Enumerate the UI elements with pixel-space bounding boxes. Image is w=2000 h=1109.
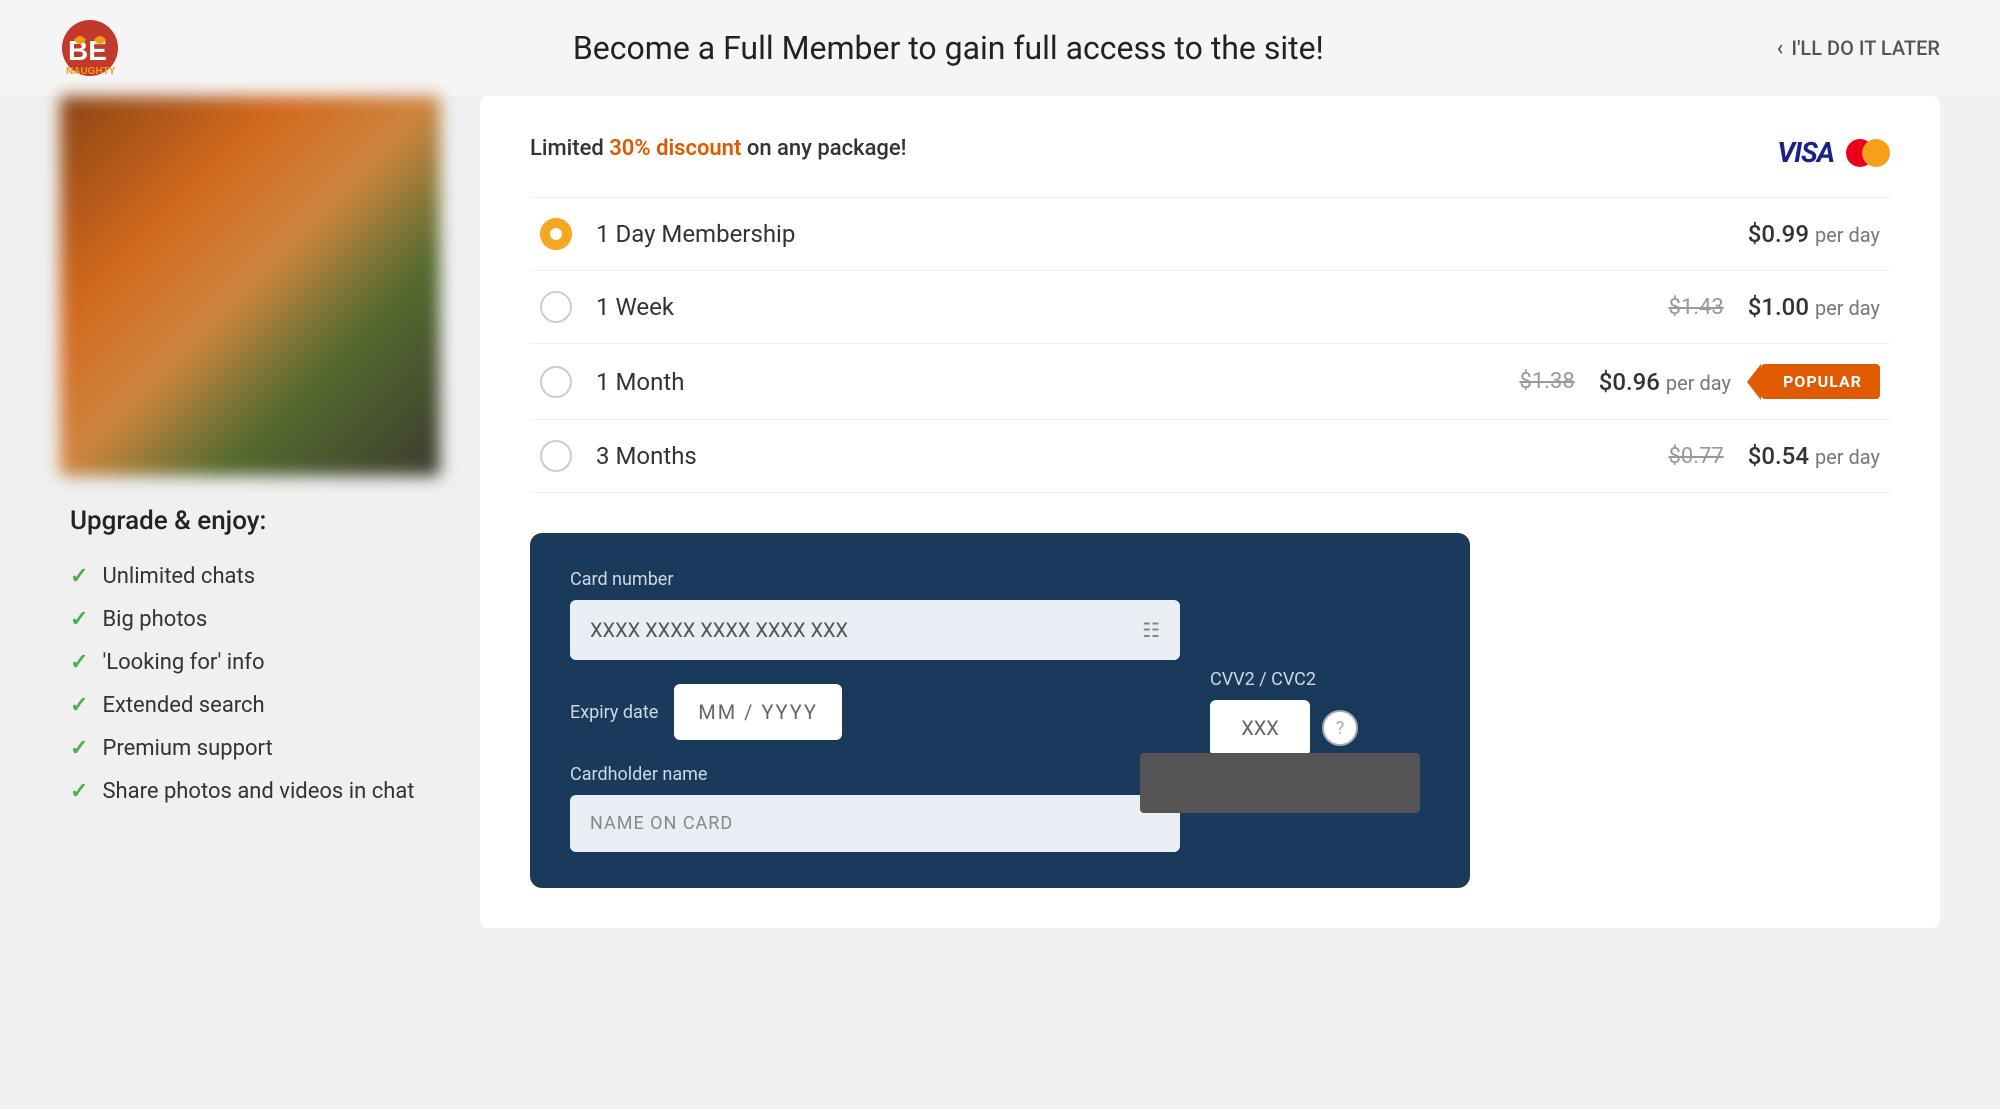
discount-highlight: 30% discount	[609, 136, 741, 161]
feature-label: Share photos and videos in chat	[102, 779, 414, 804]
list-item: ✓ Big photos	[70, 607, 430, 632]
radio-day[interactable]	[540, 218, 572, 250]
mc-circle-right	[1862, 139, 1890, 167]
cardholder-label: Cardholder name	[570, 764, 1180, 785]
chevron-left-icon: ‹	[1777, 36, 1784, 61]
plan-row-month[interactable]: 1 Month $1.38 $0.96 per day POPULAR	[530, 344, 1890, 420]
price-original-3months: $0.77	[1668, 444, 1723, 469]
card-number-label: Card number	[570, 569, 1180, 590]
list-item: ✓ Extended search	[70, 693, 430, 718]
feature-label: Unlimited chats	[102, 564, 255, 589]
cvv-placeholder: XXX	[1241, 716, 1279, 740]
upgrade-section: Upgrade & enjoy: ✓ Unlimited chats ✓ Big…	[60, 476, 440, 824]
skip-label: I'LL DO IT LATER	[1791, 36, 1940, 60]
plan-row-3months[interactable]: 3 Months $0.77 $0.54 per day	[530, 420, 1890, 493]
per-day-3months: per day	[1815, 445, 1880, 469]
plan-row-day[interactable]: 1 Day Membership $0.99 per day	[530, 197, 1890, 271]
sidebar: Upgrade & enjoy: ✓ Unlimited chats ✓ Big…	[60, 96, 440, 824]
header: BE NAUGHTY Become a Full Member to gain …	[0, 0, 2000, 96]
cvv-row: XXX ?	[1210, 700, 1430, 756]
expiry-row: Expiry date MM / YYYY	[570, 684, 1180, 740]
upgrade-title: Upgrade & enjoy:	[70, 506, 430, 536]
expiry-label: Expiry date	[570, 702, 658, 723]
cardholder-placeholder: NAME ON CARD	[590, 813, 733, 834]
logo: BE NAUGHTY	[60, 18, 120, 78]
list-item: ✓ 'Looking for' info	[70, 650, 430, 675]
card-number-field[interactable]: XXXX XXXX XXXX XXXX XXX ☷	[570, 600, 1180, 660]
cvv-label: CVV2 / CVC2	[1210, 669, 1430, 690]
discount-banner: Limited 30% discount on any package!	[530, 136, 1890, 161]
price-month: $0.96 per day	[1599, 368, 1731, 396]
profile-image	[60, 96, 440, 476]
payment-form: Card number XXXX XXXX XXXX XXXX XXX ☷ Ex…	[530, 533, 1470, 888]
price-week: $1.00 per day	[1748, 293, 1880, 321]
check-icon: ✓	[70, 607, 88, 632]
price-original-month: $1.38	[1519, 369, 1574, 394]
feature-label: Big photos	[102, 607, 207, 632]
card-icon: ☷	[1142, 618, 1160, 642]
radio-week[interactable]	[540, 291, 572, 323]
per-day-month: per day	[1666, 371, 1731, 395]
cardholder-field[interactable]: NAME ON CARD	[570, 795, 1180, 852]
plan-name-3months: 3 Months	[596, 442, 1668, 470]
feature-label: Premium support	[102, 736, 272, 761]
check-icon: ✓	[70, 779, 88, 804]
skip-link[interactable]: ‹ I'LL DO IT LATER	[1777, 36, 1940, 61]
radio-3months[interactable]	[540, 440, 572, 472]
expiry-placeholder: MM / YYYY	[698, 700, 818, 724]
expiry-field[interactable]: MM / YYYY	[674, 684, 842, 740]
svg-text:NAUGHTY: NAUGHTY	[66, 66, 116, 77]
plan-name-month: 1 Month	[596, 368, 1519, 396]
radio-month[interactable]	[540, 366, 572, 398]
check-icon: ✓	[70, 693, 88, 718]
pricing-options: 1 Day Membership $0.99 per day 1 Week $1…	[530, 197, 1890, 493]
plan-name-day: 1 Day Membership	[596, 220, 1748, 248]
payment-row: Card number XXXX XXXX XXXX XXXX XXX ☷ Ex…	[570, 569, 1430, 852]
list-item: ✓ Unlimited chats	[70, 564, 430, 589]
popular-badge: POPULAR	[1761, 364, 1880, 399]
per-day-week: per day	[1815, 296, 1880, 320]
page-title: Become a Full Member to gain full access…	[120, 29, 1777, 67]
check-icon: ✓	[70, 650, 88, 675]
payment-logos: VISA	[1777, 136, 1890, 169]
payment-left: Card number XXXX XXXX XXXX XXXX XXX ☷ Ex…	[570, 569, 1180, 852]
main-layout: Upgrade & enjoy: ✓ Unlimited chats ✓ Big…	[0, 96, 2000, 968]
price-original-week: $1.43	[1668, 295, 1723, 320]
benaughty-logo-icon: BE NAUGHTY	[60, 18, 120, 78]
visa-logo: VISA	[1777, 136, 1834, 169]
plan-name-week: 1 Week	[596, 293, 1668, 321]
pricing-content: VISA Limited 30% discount on any package…	[480, 96, 1940, 928]
per-day-day: per day	[1815, 223, 1880, 247]
list-item: ✓ Share photos and videos in chat	[70, 779, 430, 804]
feature-list: ✓ Unlimited chats ✓ Big photos ✓ 'Lookin…	[70, 564, 430, 804]
price-day: $0.99 per day	[1748, 220, 1880, 248]
discount-suffix: on any package!	[741, 136, 906, 161]
dark-stripe	[1140, 753, 1420, 813]
payment-right: CVV2 / CVC2 XXX ?	[1210, 569, 1430, 756]
check-icon: ✓	[70, 564, 88, 589]
feature-label: 'Looking for' info	[102, 650, 264, 675]
cvv-field[interactable]: XXX	[1210, 700, 1310, 756]
cvv-help-icon[interactable]: ?	[1322, 710, 1358, 746]
card-number-placeholder: XXXX XXXX XXXX XXXX XXX	[590, 618, 848, 642]
discount-text: Limited	[530, 136, 609, 161]
list-item: ✓ Premium support	[70, 736, 430, 761]
check-icon: ✓	[70, 736, 88, 761]
mastercard-logo	[1846, 139, 1890, 167]
price-3months: $0.54 per day	[1748, 442, 1880, 470]
feature-label: Extended search	[102, 693, 264, 718]
plan-row-week[interactable]: 1 Week $1.43 $1.00 per day	[530, 271, 1890, 344]
